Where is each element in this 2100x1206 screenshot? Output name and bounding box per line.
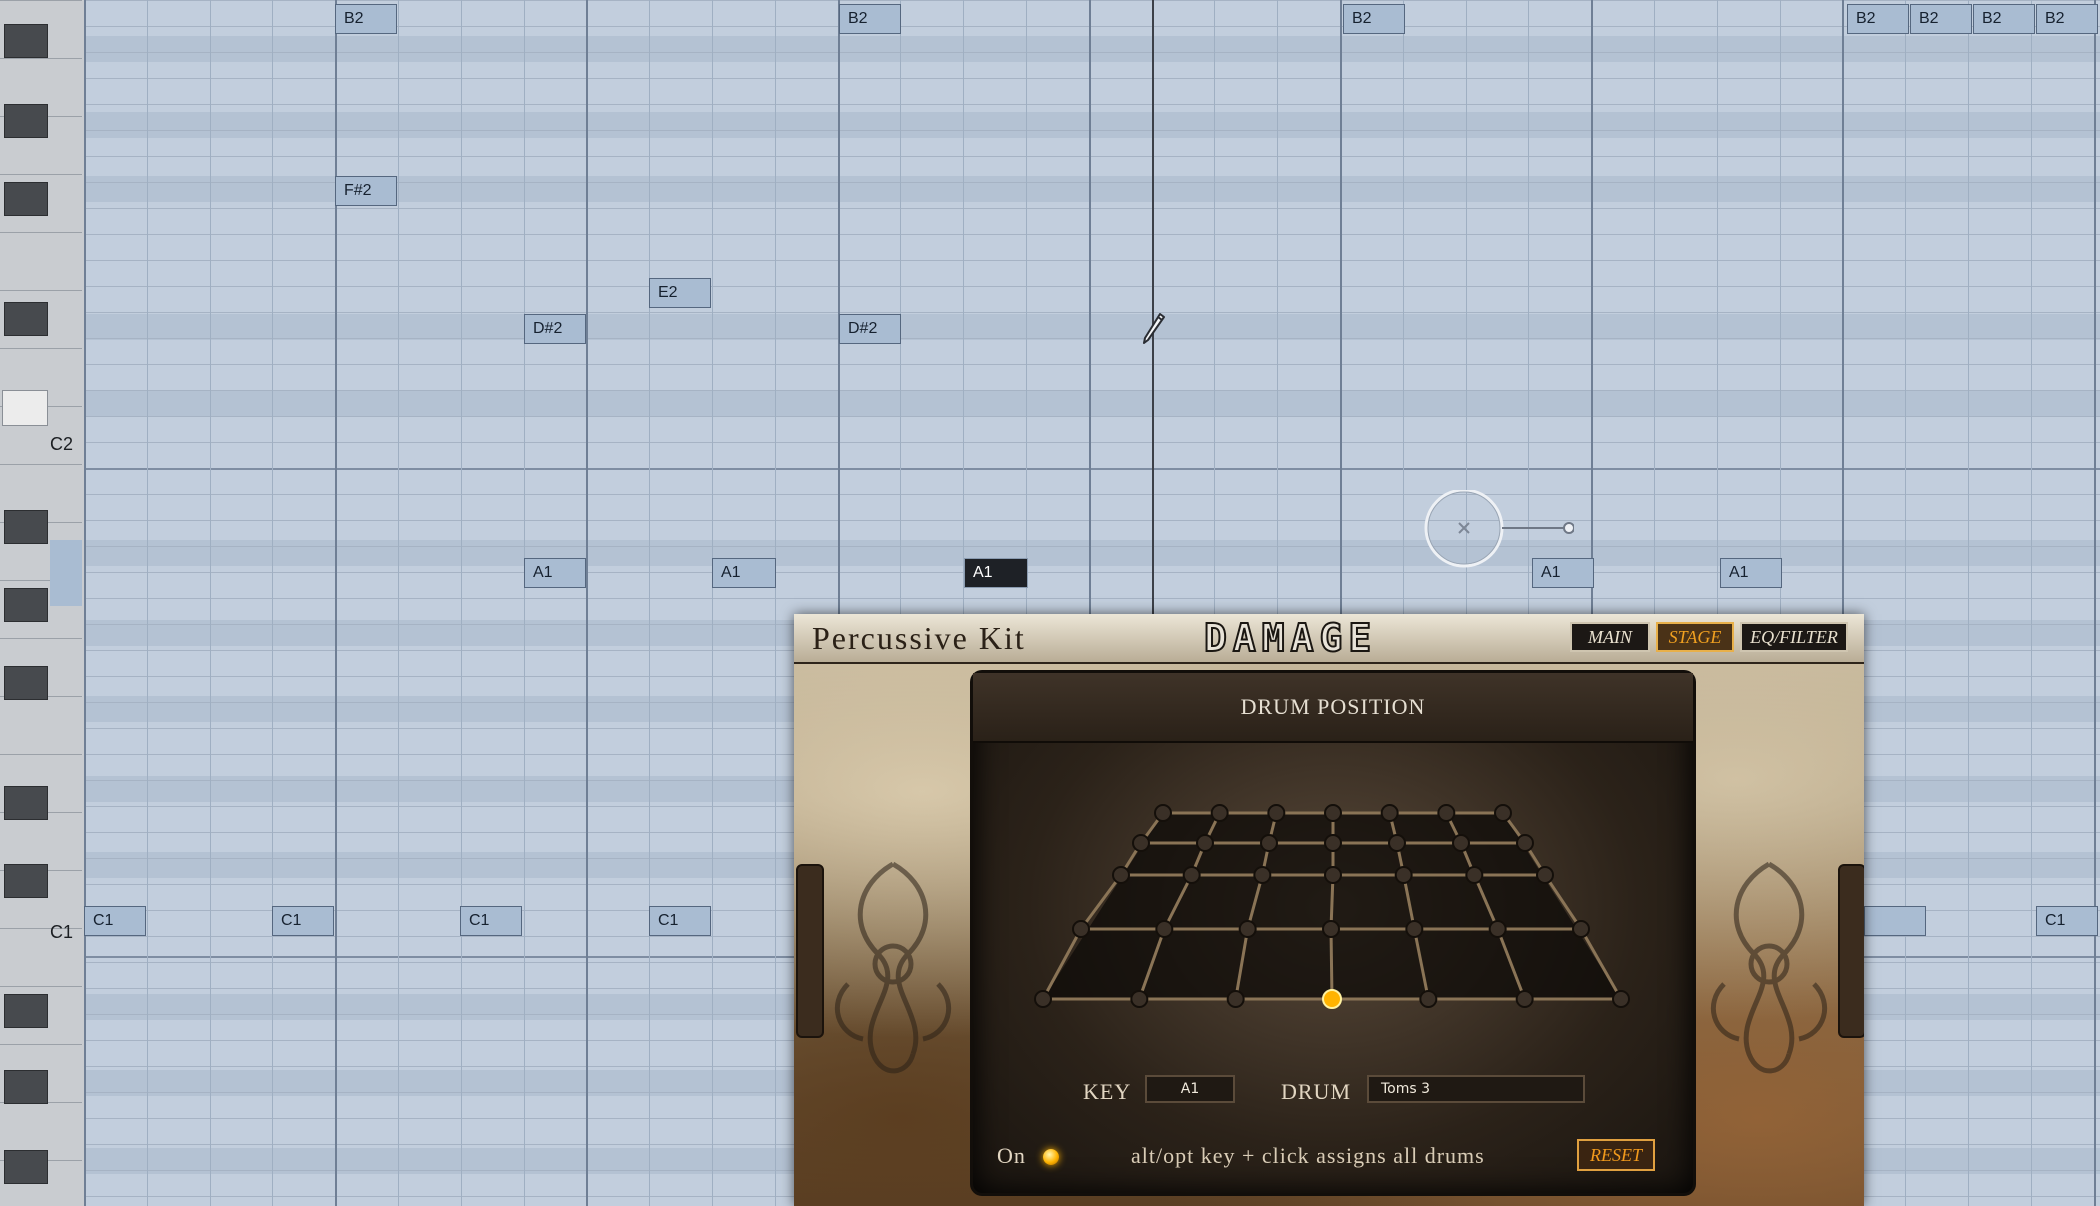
drum-position-node[interactable] xyxy=(1494,804,1512,822)
midi-note[interactable]: A1 xyxy=(524,558,586,588)
piano-keyboard[interactable]: C2 C1 xyxy=(0,0,86,1206)
drum-position-panel: DRUM POSITION KEY A1 DRUM Toms 3 On alt/… xyxy=(970,670,1696,1196)
key-label: KEY xyxy=(1083,1079,1132,1104)
drum-label: DRUM xyxy=(1281,1079,1352,1104)
black-key[interactable] xyxy=(4,1150,48,1184)
black-key[interactable] xyxy=(4,24,48,58)
on-label: On xyxy=(997,1143,1026,1168)
midi-note[interactable]: D#2 xyxy=(524,314,586,344)
octave-label: C2 xyxy=(50,434,74,454)
midi-note[interactable]: B2 xyxy=(1973,4,2035,34)
drum-position-node-selected[interactable] xyxy=(1322,989,1342,1009)
drum-position-node[interactable] xyxy=(1419,990,1438,1008)
midi-note[interactable]: B2 xyxy=(1910,4,1972,34)
midi-note[interactable]: B2 xyxy=(335,4,397,34)
black-key[interactable] xyxy=(4,104,48,138)
drum-position-node[interactable] xyxy=(1324,866,1342,884)
black-key[interactable] xyxy=(4,786,48,820)
drum-position-node[interactable] xyxy=(1465,866,1484,884)
black-key[interactable] xyxy=(4,864,48,898)
midi-note[interactable]: C1 xyxy=(460,906,522,936)
drum-position-node[interactable] xyxy=(1536,866,1554,884)
drum-position-node[interactable] xyxy=(1515,990,1534,1008)
drum-position-node[interactable] xyxy=(1130,990,1149,1008)
drum-position-node[interactable] xyxy=(1388,834,1406,852)
drum-position-node[interactable] xyxy=(1112,866,1130,884)
midi-note[interactable]: A1 xyxy=(712,558,776,588)
drum-position-stage[interactable] xyxy=(973,743,1693,1033)
drum-position-node[interactable] xyxy=(1238,920,1257,938)
plugin-title: Percussive Kit xyxy=(812,620,1026,656)
drum-position-node[interactable] xyxy=(1324,804,1342,822)
drum-position-node[interactable] xyxy=(1260,834,1278,852)
drum-position-node[interactable] xyxy=(1516,834,1534,852)
midi-note[interactable]: B2 xyxy=(1343,4,1405,34)
drum-position-node[interactable] xyxy=(1405,920,1424,938)
drum-position-node[interactable] xyxy=(1380,804,1399,822)
midi-note[interactable]: A1 xyxy=(964,558,1028,588)
crosshair-cursor-icon xyxy=(1424,488,1575,575)
black-key[interactable] xyxy=(4,182,48,216)
drum-position-node[interactable] xyxy=(1132,834,1150,852)
midi-note[interactable]: F#2 xyxy=(335,176,397,206)
octave-label: C1 xyxy=(50,922,74,942)
black-key[interactable] xyxy=(4,302,48,336)
on-indicator-icon[interactable] xyxy=(1043,1149,1059,1165)
midi-note[interactable] xyxy=(1864,906,1926,936)
left-ornament-icon xyxy=(834,861,952,1074)
tab-eq-filter[interactable]: EQ/FILTER xyxy=(1740,622,1848,652)
current-key-row xyxy=(50,540,82,606)
midi-note[interactable]: C1 xyxy=(272,906,334,936)
pencil-cursor-icon xyxy=(1140,310,1168,349)
drum-position-node[interactable] xyxy=(1437,804,1456,822)
reset-button[interactable]: RESET xyxy=(1577,1139,1655,1171)
drum-position-node[interactable] xyxy=(1267,804,1286,822)
midi-note[interactable]: C1 xyxy=(649,906,711,936)
drum-position-node[interactable] xyxy=(1488,920,1507,938)
drum-position-node[interactable] xyxy=(1196,834,1214,852)
drum-position-node[interactable] xyxy=(1072,920,1090,938)
black-key[interactable] xyxy=(4,1070,48,1104)
drum-position-node[interactable] xyxy=(1034,990,1052,1008)
tab-stage[interactable]: STAGE xyxy=(1656,622,1734,652)
drum-position-node[interactable] xyxy=(1226,990,1245,1008)
right-ornament-icon xyxy=(1710,861,1828,1074)
midi-note[interactable]: B2 xyxy=(1847,4,1909,34)
midi-note[interactable]: E2 xyxy=(649,278,711,308)
drum-position-node[interactable] xyxy=(1182,866,1201,884)
key-field[interactable]: A1 xyxy=(1145,1075,1235,1103)
drum-position-node[interactable] xyxy=(1154,804,1172,822)
highlighted-key[interactable] xyxy=(2,390,48,426)
drum-position-node[interactable] xyxy=(1452,834,1470,852)
black-key[interactable] xyxy=(4,510,48,544)
damage-logo: DAMAGE xyxy=(1203,615,1378,661)
midi-note[interactable]: C1 xyxy=(84,906,146,936)
panel-title: DRUM POSITION xyxy=(973,673,1693,743)
drum-position-node[interactable] xyxy=(1155,920,1174,938)
drum-position-node[interactable] xyxy=(1324,834,1342,852)
drum-position-node[interactable] xyxy=(1253,866,1272,884)
tab-main[interactable]: MAIN xyxy=(1570,622,1650,652)
drum-position-node[interactable] xyxy=(1572,920,1590,938)
damage-plugin-window[interactable]: Percussive Kit DAMAGE MAIN STAGE EQ/FILT… xyxy=(794,614,1864,1206)
midi-note[interactable]: D#2 xyxy=(839,314,901,344)
black-key[interactable] xyxy=(4,588,48,622)
black-key[interactable] xyxy=(4,994,48,1028)
drum-position-node[interactable] xyxy=(1394,866,1413,884)
midi-note[interactable]: B2 xyxy=(2036,4,2098,34)
hint-text: alt/opt key + click assigns all drums xyxy=(1131,1143,1485,1168)
midi-note[interactable]: C1 xyxy=(2036,906,2098,936)
drum-position-node[interactable] xyxy=(1210,804,1229,822)
drum-field[interactable]: Toms 3 xyxy=(1367,1075,1585,1103)
midi-note[interactable]: B2 xyxy=(839,4,901,34)
drum-position-node[interactable] xyxy=(1322,920,1340,938)
midi-note[interactable]: A1 xyxy=(1720,558,1782,588)
drum-position-node[interactable] xyxy=(1612,990,1630,1008)
black-key[interactable] xyxy=(4,666,48,700)
plugin-header: Percussive Kit DAMAGE MAIN STAGE EQ/FILT… xyxy=(794,614,1864,664)
